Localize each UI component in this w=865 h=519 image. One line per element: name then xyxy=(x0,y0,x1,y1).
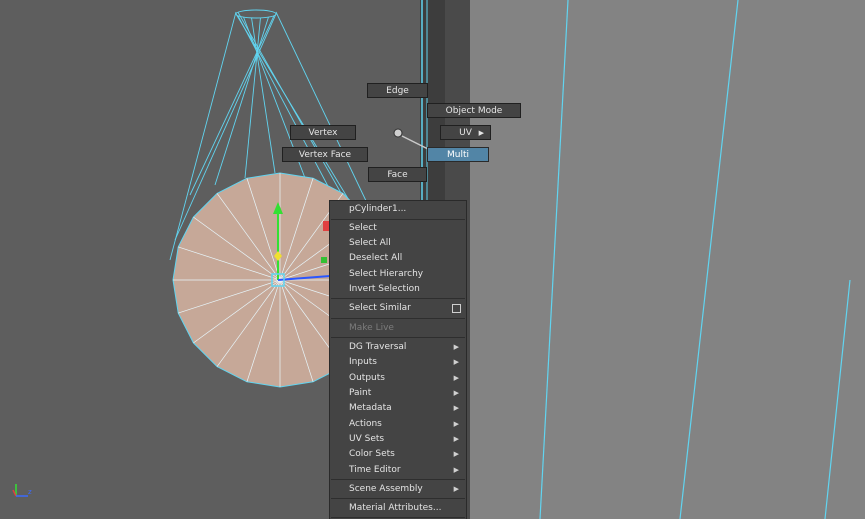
menu-item-actions[interactable]: Actions ▶ xyxy=(330,417,466,432)
menu-item-select[interactable]: Select xyxy=(330,221,466,236)
menu-item-material-attributes[interactable]: Material Attributes... xyxy=(330,501,466,516)
menu-divider xyxy=(331,517,465,518)
submenu-arrow-icon: ▶ xyxy=(453,389,459,397)
menu-item-color-sets[interactable]: Color Sets ▶ xyxy=(330,447,466,462)
svg-text:z: z xyxy=(28,488,32,496)
menu-item-select-hierarchy[interactable]: Select Hierarchy xyxy=(330,267,466,282)
submenu-arrow-icon: ▶ xyxy=(453,435,459,443)
menu-item-invert-selection[interactable]: Invert Selection xyxy=(330,282,466,297)
submenu-arrow-icon: ▶ xyxy=(478,129,484,137)
marking-menu-object-mode[interactable]: Object Mode xyxy=(427,103,521,118)
submenu-arrow-icon: ▶ xyxy=(453,420,459,428)
submenu-arrow-icon: ▶ xyxy=(453,343,459,351)
marking-menu-multi[interactable]: Multi xyxy=(427,147,489,162)
marking-menu-edge[interactable]: Edge xyxy=(367,83,428,98)
submenu-arrow-icon: ▶ xyxy=(453,485,459,493)
menu-divider xyxy=(331,298,465,299)
view-axis-icon: z xyxy=(12,484,32,497)
option-box-icon[interactable] xyxy=(452,304,461,313)
marking-menu-center xyxy=(393,128,403,138)
menu-item-object-name[interactable]: pCylinder1... xyxy=(330,202,466,217)
submenu-arrow-icon: ▶ xyxy=(453,450,459,458)
menu-divider xyxy=(331,479,465,480)
marking-menu-vertex[interactable]: Vertex xyxy=(290,125,356,140)
menu-item-deselect-all[interactable]: Deselect All xyxy=(330,251,466,266)
context-menu: pCylinder1... Select Select All Deselect… xyxy=(329,200,467,519)
menu-divider xyxy=(331,337,465,338)
marking-menu-vertex-face[interactable]: Vertex Face xyxy=(282,147,368,162)
submenu-arrow-icon: ▶ xyxy=(453,374,459,382)
menu-item-time-editor[interactable]: Time Editor ▶ xyxy=(330,463,466,478)
menu-item-paint[interactable]: Paint ▶ xyxy=(330,386,466,401)
menu-item-inputs[interactable]: Inputs ▶ xyxy=(330,355,466,370)
menu-divider xyxy=(331,498,465,499)
menu-item-make-live: Make Live xyxy=(349,323,394,333)
submenu-arrow-icon: ▶ xyxy=(453,404,459,412)
menu-item-metadata[interactable]: Metadata ▶ xyxy=(330,401,466,416)
menu-item-dg-traversal[interactable]: DG Traversal ▶ xyxy=(330,340,466,355)
menu-divider xyxy=(331,219,465,220)
menu-item-select-all[interactable]: Select All xyxy=(330,236,466,251)
submenu-arrow-icon: ▶ xyxy=(453,466,459,474)
menu-item-outputs[interactable]: Outputs ▶ xyxy=(330,371,466,386)
menu-divider xyxy=(331,318,465,319)
3d-viewport[interactable]: Edge Object Mode Vertex UV ▶ Vertex Face … xyxy=(0,0,865,519)
submenu-arrow-icon: ▶ xyxy=(453,358,459,366)
marking-menu-uv[interactable]: UV ▶ xyxy=(440,125,491,140)
marking-menu-face[interactable]: Face xyxy=(368,167,427,182)
menu-item-select-similar[interactable]: Select Similar xyxy=(330,301,466,316)
menu-item-scene-assembly[interactable]: Scene Assembly ▶ xyxy=(330,482,466,497)
menu-item-uv-sets[interactable]: UV Sets ▶ xyxy=(330,432,466,447)
